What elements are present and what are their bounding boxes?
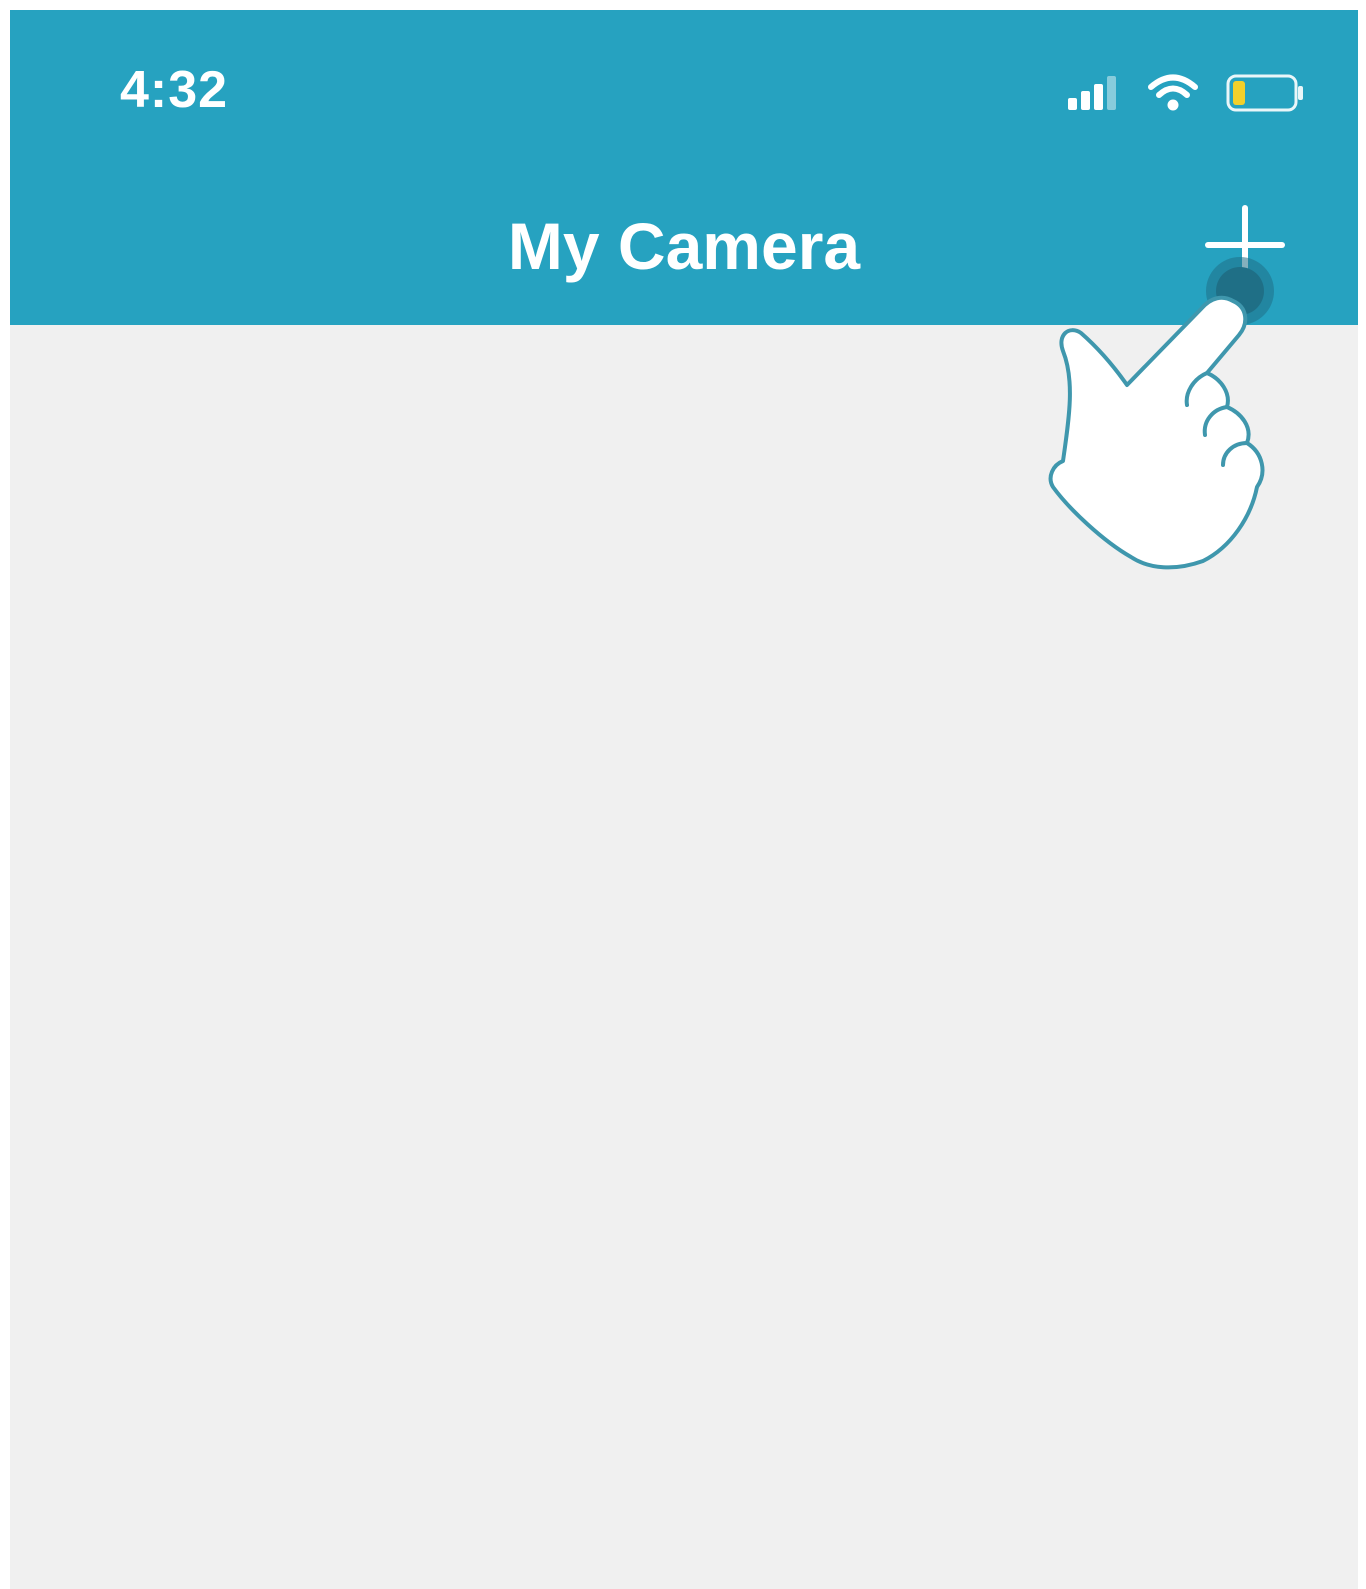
status-icons xyxy=(1068,72,1306,118)
status-time: 4:32 xyxy=(120,61,229,119)
wifi-icon xyxy=(1148,74,1198,117)
signal-icon xyxy=(1068,75,1120,115)
pointing-hand-icon xyxy=(1035,255,1295,595)
phone-screen: 4:32 My Camera xyxy=(10,10,1358,1589)
battery-icon xyxy=(1226,73,1306,118)
